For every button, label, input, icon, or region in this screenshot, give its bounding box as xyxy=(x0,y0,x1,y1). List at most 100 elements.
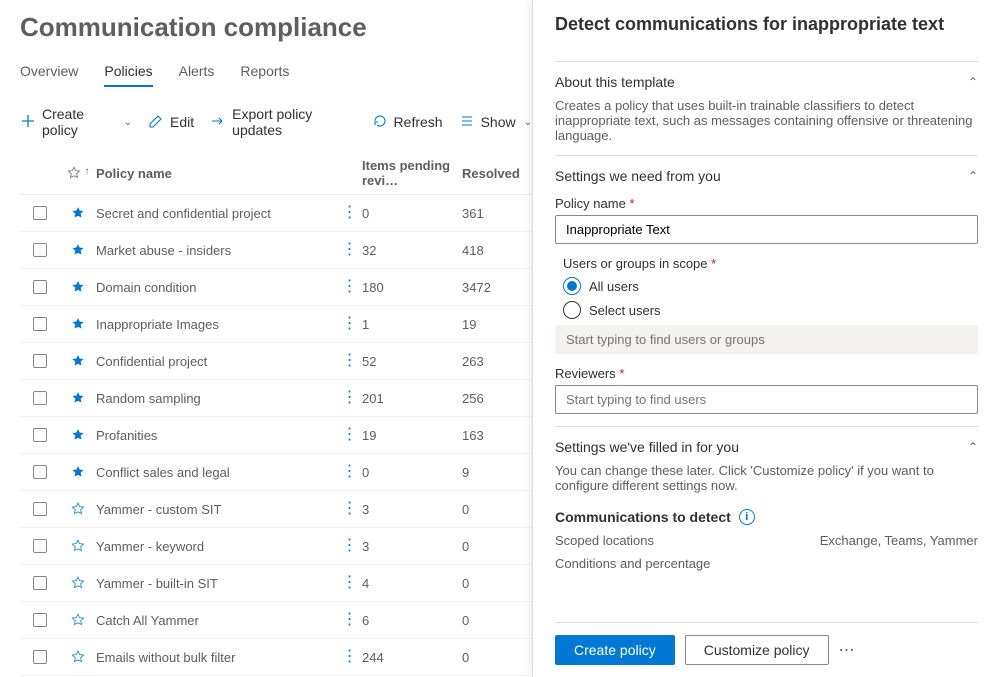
table-row[interactable]: Yammer - built-in SIT⋮40 xyxy=(20,565,532,602)
table-row[interactable]: Yammer - custom SIT⋮30 xyxy=(20,491,532,528)
column-policy-name[interactable]: Policy name xyxy=(96,166,338,181)
star-icon[interactable] xyxy=(60,428,96,442)
table-row[interactable]: Market abuse - insiders⋮32418 xyxy=(20,232,532,269)
table-row[interactable]: Catch All Yammer⋮60 xyxy=(20,602,532,639)
table-row[interactable]: Conflict sales and legal⋮09 xyxy=(20,454,532,491)
resolved-cell: 263 xyxy=(462,354,532,369)
show-button[interactable]: Show ⌄ xyxy=(459,113,532,132)
radio-select-label: Select users xyxy=(589,303,661,318)
side-panel: Detect communications for inappropriate … xyxy=(532,0,1000,677)
row-checkbox[interactable] xyxy=(33,428,47,442)
create-policy-submit[interactable]: Create policy xyxy=(555,635,675,665)
policy-name-cell[interactable]: Inappropriate Images xyxy=(96,317,338,332)
star-icon[interactable] xyxy=(60,206,96,220)
row-actions-icon[interactable]: ⋮ xyxy=(342,390,359,406)
pending-cell: 1 xyxy=(362,317,462,332)
row-checkbox[interactable] xyxy=(33,465,47,479)
tab-policies[interactable]: Policies xyxy=(104,57,152,87)
policy-name-cell[interactable]: Market abuse - insiders xyxy=(96,243,338,258)
pending-cell: 0 xyxy=(362,206,462,221)
customize-policy-button[interactable]: Customize policy xyxy=(685,635,829,665)
reviewers-input[interactable] xyxy=(555,385,978,414)
export-button[interactable]: Export policy updates xyxy=(210,106,355,138)
row-checkbox[interactable] xyxy=(33,206,47,220)
row-actions-icon[interactable]: ⋮ xyxy=(342,353,359,369)
row-checkbox[interactable] xyxy=(33,391,47,405)
edit-button[interactable]: Edit xyxy=(148,113,194,132)
star-icon[interactable] xyxy=(60,317,96,331)
row-checkbox[interactable] xyxy=(33,539,47,553)
row-checkbox[interactable] xyxy=(33,502,47,516)
table-row[interactable]: Confidential project⋮52263 xyxy=(20,343,532,380)
table-row[interactable]: Inappropriate Images⋮119 xyxy=(20,306,532,343)
row-actions-icon[interactable]: ⋮ xyxy=(342,501,359,517)
info-icon[interactable]: i xyxy=(739,509,755,525)
table-row[interactable]: Domain condition⋮1803472 xyxy=(20,269,532,306)
policy-name-cell[interactable]: Random sampling xyxy=(96,391,338,406)
radio-select-users[interactable]: Select users xyxy=(563,301,978,319)
policy-name-cell[interactable]: Catch All Yammer xyxy=(96,613,338,628)
row-actions-icon[interactable]: ⋮ xyxy=(342,316,359,332)
section-settings-filled-header[interactable]: Settings we've filled in for you ⌃ xyxy=(555,439,978,455)
column-pending[interactable]: Items pending revi… xyxy=(362,158,462,188)
row-actions-icon[interactable]: ⋮ xyxy=(342,575,359,591)
policy-name-cell[interactable]: Secret and confidential project xyxy=(96,206,338,221)
table-row[interactable]: Emails without bulk filter⋮2440 xyxy=(20,639,532,676)
tab-overview[interactable]: Overview xyxy=(20,57,78,87)
star-icon[interactable] xyxy=(60,576,96,590)
star-icon[interactable] xyxy=(60,354,96,368)
tab-alerts[interactable]: Alerts xyxy=(179,57,215,87)
star-icon[interactable] xyxy=(60,465,96,479)
star-icon[interactable] xyxy=(60,650,96,664)
table-row[interactable]: Secret and confidential project⋮0361 xyxy=(20,195,532,232)
pending-cell: 3 xyxy=(362,539,462,554)
star-icon[interactable] xyxy=(60,502,96,516)
table-row[interactable]: Profanities⋮19163 xyxy=(20,417,532,454)
resolved-cell: 0 xyxy=(462,539,532,554)
refresh-icon xyxy=(372,113,388,132)
star-icon[interactable] xyxy=(60,280,96,294)
row-checkbox[interactable] xyxy=(33,243,47,257)
row-checkbox[interactable] xyxy=(33,354,47,368)
table-row[interactable]: Yammer - keyword ⋮30 xyxy=(20,528,532,565)
row-checkbox[interactable] xyxy=(33,613,47,627)
policy-name-cell[interactable]: Yammer - custom SIT xyxy=(96,502,338,517)
policy-name-cell[interactable]: Domain condition xyxy=(96,280,338,295)
row-actions-icon[interactable]: ⋮ xyxy=(342,242,359,258)
tab-reports[interactable]: Reports xyxy=(240,57,289,87)
star-icon[interactable] xyxy=(60,243,96,257)
star-icon[interactable] xyxy=(60,613,96,627)
policy-name-cell[interactable]: Conflict sales and legal xyxy=(96,465,338,480)
more-actions-icon[interactable]: ⋯ xyxy=(839,640,856,660)
star-icon[interactable] xyxy=(60,391,96,405)
section-settings-need-header[interactable]: Settings we need from you ⌃ xyxy=(555,168,978,184)
star-icon[interactable] xyxy=(60,539,96,553)
row-actions-icon[interactable]: ⋮ xyxy=(342,427,359,443)
section-about-header[interactable]: About this template ⌃ xyxy=(555,74,978,90)
policy-name-cell[interactable]: Profanities xyxy=(96,428,338,443)
policy-name-input[interactable] xyxy=(555,215,978,244)
row-actions-icon[interactable]: ⋮ xyxy=(342,649,359,665)
radio-all-users[interactable]: All users xyxy=(563,277,978,295)
row-checkbox[interactable] xyxy=(33,317,47,331)
panel-footer: Create policy Customize policy ⋯ xyxy=(555,622,978,677)
policy-name-cell[interactable]: Confidential project xyxy=(96,354,338,369)
row-actions-icon[interactable]: ⋮ xyxy=(342,279,359,295)
refresh-button[interactable]: Refresh xyxy=(372,113,443,132)
refresh-label: Refresh xyxy=(394,114,443,130)
row-checkbox[interactable] xyxy=(33,576,47,590)
row-checkbox[interactable] xyxy=(33,650,47,664)
section-settings-need-label: Settings we need from you xyxy=(555,168,721,184)
table-row[interactable]: Random sampling⋮201256 xyxy=(20,380,532,417)
row-actions-icon[interactable]: ⋮ xyxy=(342,612,359,628)
policy-name-cell[interactable]: Yammer - built-in SIT xyxy=(96,576,338,591)
create-policy-button[interactable]: Create policy ⌄ xyxy=(20,106,132,138)
row-actions-icon[interactable]: ⋮ xyxy=(342,538,359,554)
policy-name-cell[interactable]: Emails without bulk filter xyxy=(96,650,338,665)
policy-name-cell[interactable]: Yammer - keyword xyxy=(96,539,338,554)
row-actions-icon[interactable]: ⋮ xyxy=(342,464,359,480)
star-column[interactable]: ↑ xyxy=(60,166,96,180)
row-checkbox[interactable] xyxy=(33,280,47,294)
row-actions-icon[interactable]: ⋮ xyxy=(342,205,359,221)
column-resolved[interactable]: Resolved xyxy=(462,166,532,181)
